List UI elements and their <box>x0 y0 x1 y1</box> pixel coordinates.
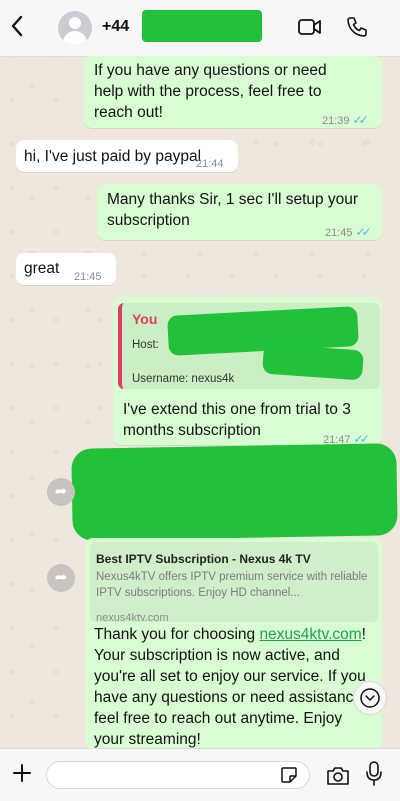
forward-icon: ➦ <box>54 569 68 586</box>
message-bubble-incoming[interactable]: great 21:45 <box>16 253 116 285</box>
chevron-down-icon <box>360 688 380 708</box>
scroll-to-bottom-button[interactable] <box>353 681 387 715</box>
phone-icon <box>347 17 367 37</box>
quote-username-label: Username: nexus4k <box>132 373 235 385</box>
avatar-head <box>69 17 81 29</box>
avatar[interactable] <box>58 11 92 45</box>
chat-header: +44 <box>0 0 400 57</box>
message-time: 21:44 <box>196 158 224 170</box>
plus-icon <box>13 764 31 782</box>
attach-button[interactable] <box>12 759 32 787</box>
message-bubble-outgoing[interactable]: If you have any questions or need help w… <box>84 56 382 128</box>
message-text: Thank you for choosing nexus4ktv.com! Yo… <box>94 624 369 750</box>
message-link[interactable]: nexus4ktv.com <box>259 626 361 643</box>
message-text: If you have any questions or need help w… <box>94 62 327 121</box>
video-call-button[interactable] <box>298 18 321 35</box>
message-time: 21:39 ✓✓ <box>322 113 369 127</box>
message-bubble-outgoing[interactable]: You Host: Username: nexus4k I've extend … <box>113 297 382 446</box>
link-preview-title: Best IPTV Subscription - Nexus 4k TV <box>96 552 311 566</box>
message-bubble-outgoing[interactable]: Many thanks Sir, 1 sec I'll setup your s… <box>97 184 382 240</box>
voice-message-button[interactable] <box>366 761 382 787</box>
message-text: great <box>24 260 60 277</box>
message-time: 21:45 <box>74 271 102 283</box>
back-button[interactable] <box>10 14 30 40</box>
read-ticks-icon: ✓✓ <box>355 225 372 239</box>
camera-button[interactable] <box>326 766 350 786</box>
forward-button[interactable]: ➦ <box>47 564 75 592</box>
microphone-icon <box>366 761 382 786</box>
message-text-before: Thank you for choosing <box>94 626 260 643</box>
message-text: hi, I've just paid by paypal <box>24 148 202 165</box>
chevron-left-icon <box>11 15 23 37</box>
sticker-icon <box>281 767 297 783</box>
video-camera-icon <box>298 19 321 35</box>
redacted-image-message <box>71 443 398 541</box>
contact-name[interactable]: +44 <box>102 18 129 36</box>
quote-host-label: Host: <box>132 339 159 351</box>
message-input[interactable] <box>46 761 310 789</box>
redaction-mark <box>142 10 262 42</box>
quote-author: You <box>132 311 158 327</box>
read-ticks-icon: ✓✓ <box>352 113 369 127</box>
message-bubble-outgoing[interactable]: Best IPTV Subscription - Nexus 4k TV Nex… <box>85 538 382 750</box>
forward-button[interactable]: ➦ <box>47 478 75 506</box>
message-time: 21:45 ✓✓ <box>325 225 372 239</box>
message-bubble-incoming[interactable]: hi, I've just paid by paypal 21:44 <box>16 140 238 172</box>
voice-call-button[interactable] <box>346 16 368 38</box>
camera-icon <box>327 767 349 785</box>
sticker-button[interactable] <box>280 766 298 784</box>
composer-bar <box>0 748 400 801</box>
message-text-after: ! Your subscription is now active, and y… <box>94 626 367 748</box>
link-preview-description: Nexus4kTV offers IPTV premium service wi… <box>96 571 368 599</box>
avatar-body <box>63 31 87 45</box>
forward-icon: ➦ <box>54 483 68 500</box>
link-preview[interactable]: Best IPTV Subscription - Nexus 4k TV Nex… <box>90 542 378 624</box>
